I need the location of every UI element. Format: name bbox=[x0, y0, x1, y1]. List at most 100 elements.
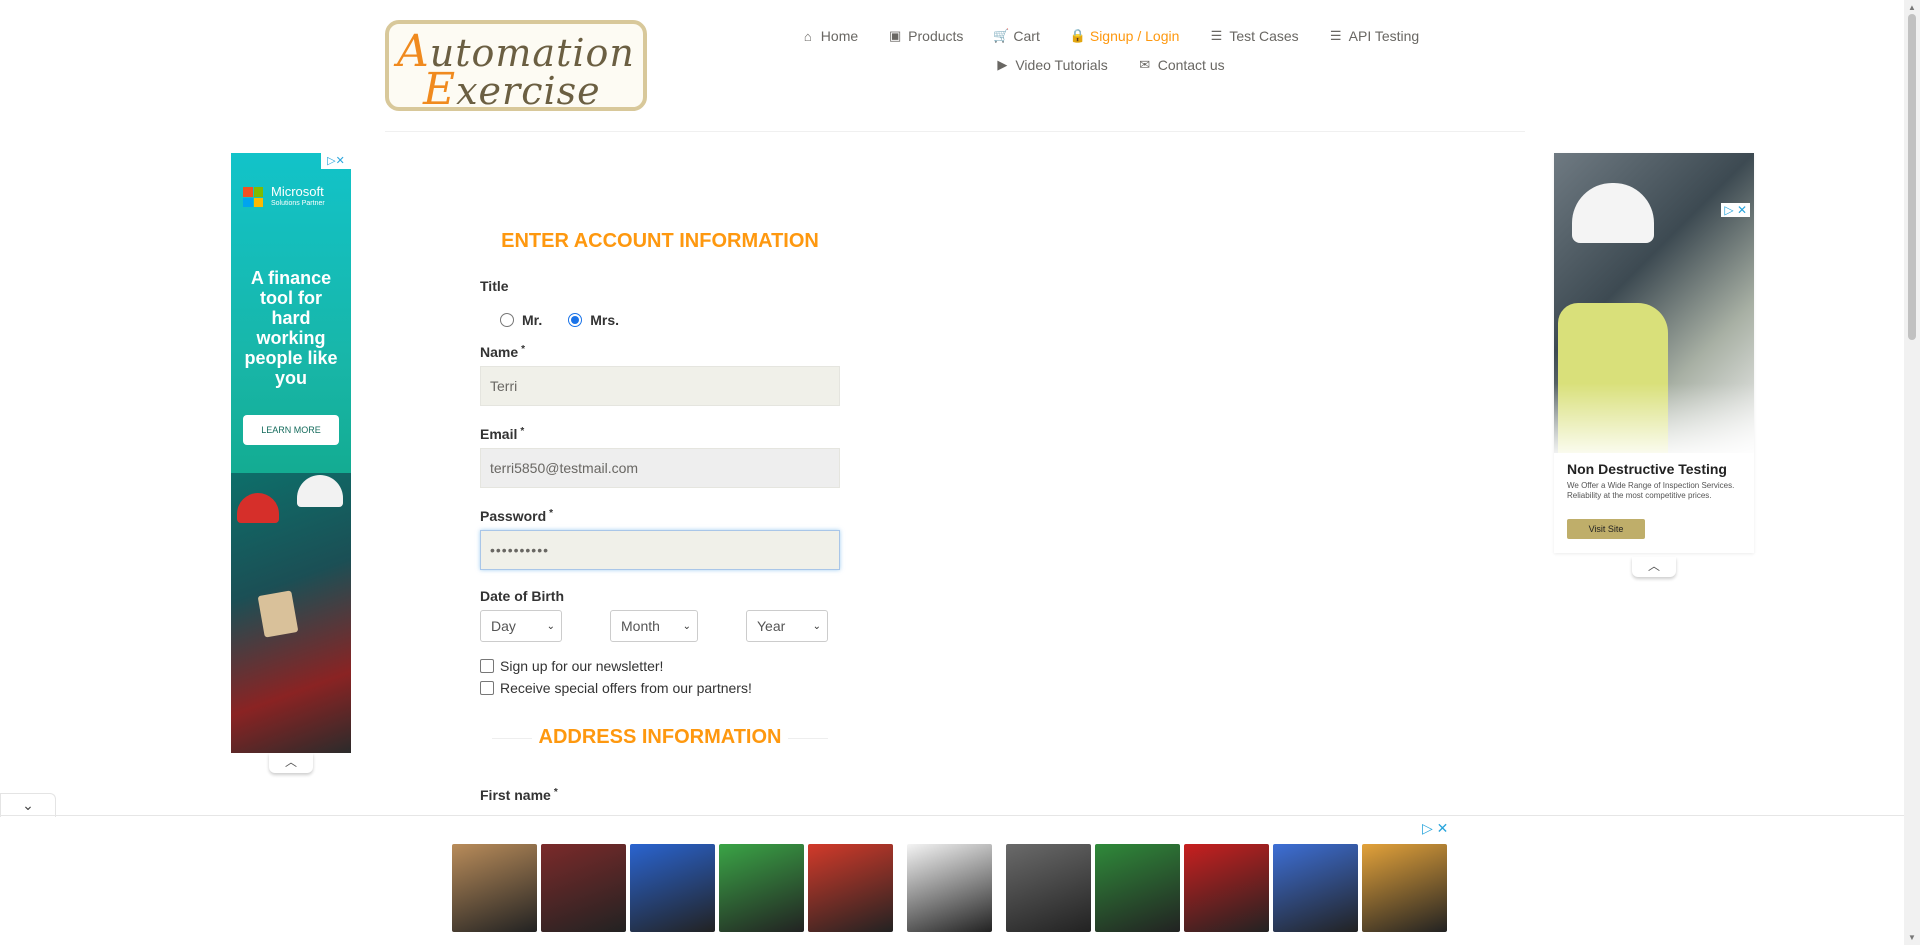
radio-button[interactable] bbox=[500, 313, 514, 327]
ad-right-banner[interactable]: ▷ ✕ Non Destructive Testing We Offer a W… bbox=[1554, 153, 1754, 553]
dob-year-select[interactable]: Year ⌄ bbox=[746, 610, 828, 642]
main-nav: ⌂ Home ▣ Products 🛒 Cart 🔒 Signup / Login ☰ Test … bbox=[760, 28, 1460, 86]
nav-item-label: Video Tutorials bbox=[1015, 57, 1108, 73]
email-label: Email * bbox=[480, 426, 525, 442]
nav-item-label: Test Cases bbox=[1229, 28, 1299, 44]
logo-line-2: Exercise bbox=[423, 64, 601, 115]
game-thumbnail[interactable] bbox=[541, 844, 626, 932]
radio-label: Mrs. bbox=[590, 312, 620, 328]
game-thumbnail[interactable] bbox=[808, 844, 893, 932]
microsoft-logo-icon bbox=[243, 187, 263, 207]
hardhat-shape bbox=[1572, 183, 1654, 243]
address-info-heading: ADDRESS INFORMATION bbox=[480, 726, 840, 749]
ad-visit-site-button[interactable]: Visit Site bbox=[1567, 519, 1645, 539]
dob-month-select[interactable]: Month ⌄ bbox=[610, 610, 698, 642]
game-thumbnail[interactable] bbox=[452, 844, 537, 932]
nav-item-label: Contact us bbox=[1157, 57, 1225, 73]
title-radio-group: Mr. Mrs. bbox=[500, 312, 840, 328]
radio-button[interactable] bbox=[568, 313, 583, 327]
list-icon: ☰ bbox=[1329, 28, 1342, 43]
white-hardhat-shape bbox=[297, 475, 343, 507]
game-thumbnail[interactable] bbox=[1184, 844, 1269, 932]
ad-learn-more-button[interactable]: LEARN MORE bbox=[243, 415, 339, 445]
ad-subtitle: We Offer a Wide Range of Inspection Serv… bbox=[1567, 481, 1735, 500]
account-info-heading: ENTER ACCOUNT INFORMATION bbox=[501, 230, 819, 252]
red-hardhat-shape bbox=[237, 493, 279, 523]
products-icon: ▣ bbox=[889, 28, 902, 43]
scrollbar-thumb[interactable] bbox=[1908, 14, 1916, 340]
title-option-mrs[interactable]: Mrs. bbox=[568, 312, 619, 328]
nav-row-primary: ⌂ Home ▣ Products 🛒 Cart 🔒 Signup / Login ☰ Test … bbox=[760, 28, 1460, 44]
offers-label: Receive special offers from our partners… bbox=[500, 680, 752, 696]
dob-selects: Day ⌄ Month ⌄ Year ⌄ bbox=[480, 610, 840, 642]
chevron-down-icon: ⌄ bbox=[682, 620, 691, 632]
ad-headline: A finance tool for hard working people l… bbox=[244, 268, 338, 388]
bottom-ad-divider bbox=[0, 815, 1904, 816]
lock-icon: 🔒 bbox=[1069, 28, 1087, 43]
newsletter-option[interactable]: Sign up for our newsletter! bbox=[480, 658, 840, 674]
home-icon: ⌂ bbox=[803, 28, 812, 44]
game-thumbnail[interactable] bbox=[1006, 844, 1091, 932]
ad-title: Non Destructive Testing bbox=[1567, 461, 1727, 477]
password-label: Password * bbox=[480, 508, 554, 524]
chevron-down-icon: ⌄ bbox=[546, 620, 555, 632]
nav-item-label: Home bbox=[820, 28, 859, 44]
first-name-label: First name * bbox=[480, 787, 558, 803]
page: Automation Exercise ⌂ Home ▣ Products 🛒 Cart 🔒… bbox=[0, 0, 1920, 945]
ad-left-collapse-button[interactable]: ︿ bbox=[269, 753, 313, 773]
nav-item-cart[interactable]: 🛒 Cart bbox=[993, 28, 1039, 44]
bottom-ad-collapse-button[interactable]: ⌄ bbox=[0, 793, 56, 817]
nav-item-products[interactable]: ▣ Products bbox=[888, 28, 963, 44]
nav-row-secondary: ▶ Video Tutorials ✉ Contact us bbox=[760, 57, 1460, 73]
game-thumbnail[interactable] bbox=[630, 844, 715, 932]
scroll-up-icon[interactable]: ▲ bbox=[1908, 3, 1916, 12]
name-label: Name * bbox=[480, 344, 526, 360]
cart-icon: 🛒 bbox=[993, 28, 1010, 43]
title-label: Title bbox=[480, 278, 509, 294]
bottom-ad-banner[interactable]: ▷ ✕ bbox=[0, 820, 1904, 945]
radio-label: Mr. bbox=[522, 312, 543, 328]
newsletter-checkbox[interactable] bbox=[480, 659, 494, 673]
email-input[interactable]: terri5850@testmail.com bbox=[480, 448, 840, 488]
adchoices-icon[interactable]: ▷ ✕ bbox=[1721, 203, 1750, 217]
game-thumbnail[interactable] bbox=[1095, 844, 1180, 932]
nav-item-label: Cart bbox=[1013, 28, 1040, 44]
tablet-shape bbox=[257, 590, 299, 638]
page-scrollbar[interactable]: ▲ ▼ bbox=[1904, 0, 1920, 945]
nav-item-home[interactable]: ⌂ Home bbox=[801, 28, 858, 44]
game-thumbnail[interactable] bbox=[907, 844, 992, 932]
dob-day-select[interactable]: Day ⌄ bbox=[480, 610, 562, 642]
game-thumbnail[interactable] bbox=[719, 844, 804, 932]
signup-form: ENTER ACCOUNT INFORMATION Title Mr. Mrs. … bbox=[480, 230, 840, 803]
adchoices-icon[interactable]: ▷✕ bbox=[321, 153, 351, 169]
title-option-mr[interactable]: Mr. bbox=[500, 312, 542, 328]
ad-brand-sub: Solutions Partner bbox=[271, 200, 325, 207]
nav-item-label: API Testing bbox=[1348, 28, 1420, 44]
password-input[interactable]: •••••••••• bbox=[480, 530, 840, 570]
ad-left-banner[interactable]: ▷✕ Microsoft Solutions Partner A finance… bbox=[231, 153, 351, 753]
adchoices-icon[interactable]: ▷ ✕ bbox=[1422, 820, 1448, 837]
scroll-down-icon[interactable]: ▼ bbox=[1908, 933, 1916, 942]
youtube-icon: ▶ bbox=[997, 57, 1008, 72]
newsletter-label: Sign up for our newsletter! bbox=[500, 658, 664, 674]
offers-option[interactable]: Receive special offers from our partners… bbox=[480, 680, 840, 696]
envelope-icon: ✉ bbox=[1139, 57, 1151, 72]
name-input[interactable]: Terri bbox=[480, 366, 840, 406]
game-thumbnail[interactable] bbox=[1273, 844, 1358, 932]
nav-item-test-cases[interactable]: ☰ Test Cases bbox=[1209, 28, 1299, 44]
chevron-down-icon: ⌄ bbox=[812, 620, 821, 632]
header-divider bbox=[385, 131, 1525, 132]
game-thumbnails bbox=[452, 844, 1447, 932]
nav-item-video-tutorials[interactable]: ▶ Video Tutorials bbox=[995, 57, 1107, 73]
site-logo[interactable]: Automation Exercise bbox=[385, 20, 647, 115]
nav-item-label: Signup / Login bbox=[1089, 28, 1180, 44]
ad-right-collapse-button[interactable]: ︿ bbox=[1632, 557, 1676, 577]
nav-item-contact-us[interactable]: ✉ Contact us bbox=[1138, 57, 1225, 73]
dob-label: Date of Birth bbox=[480, 588, 564, 604]
ad-fade bbox=[1554, 383, 1754, 463]
list-icon: ☰ bbox=[1210, 28, 1223, 43]
nav-item-signup-login[interactable]: 🔒 Signup / Login bbox=[1070, 28, 1180, 44]
offers-checkbox[interactable] bbox=[480, 681, 494, 695]
game-thumbnail[interactable] bbox=[1362, 844, 1447, 932]
nav-item-api-testing[interactable]: ☰ API Testing bbox=[1329, 28, 1420, 44]
